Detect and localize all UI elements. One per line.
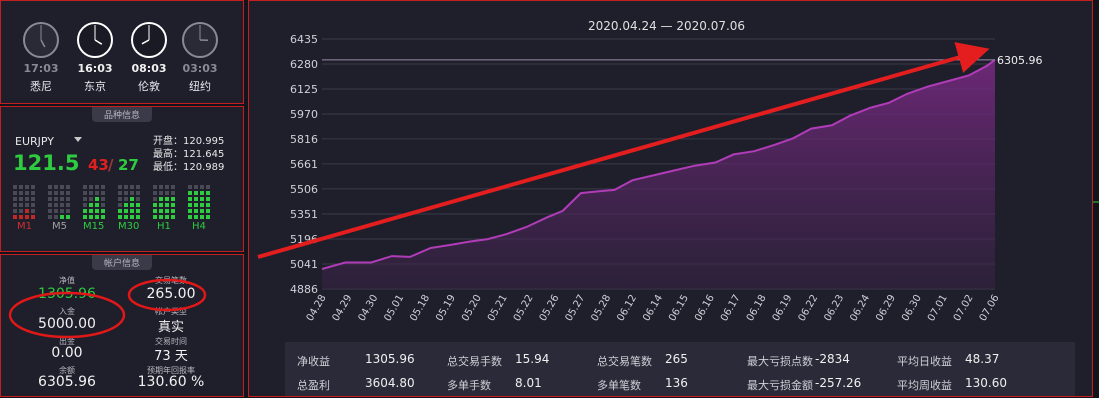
- y-tick-label: 6435: [290, 33, 318, 46]
- x-tick-label: 05.01: [382, 293, 406, 323]
- stat-label: 最大亏损金额: [747, 377, 813, 393]
- y-tick-label: 5970: [290, 108, 318, 121]
- x-tick-label: 06.23: [822, 293, 846, 323]
- x-tick-label: 05.22: [512, 293, 536, 323]
- stat-label: 总交易手数: [447, 353, 502, 369]
- stat-value: 48.37: [965, 352, 999, 366]
- x-tick-label: 05.26: [538, 293, 562, 323]
- x-tick-label: 06.12: [615, 293, 639, 323]
- x-tick-label: 06.29: [874, 293, 898, 323]
- stat-value: 15.94: [515, 352, 549, 366]
- stat-value: 136: [665, 376, 688, 390]
- x-tick-label: 06.30: [900, 293, 924, 323]
- stat-label: 最大亏损点数: [747, 353, 813, 369]
- equity-curve-chart: 6435628061255970581656615506535151965041…: [0, 0, 1099, 345]
- stat-label: 多单手数: [447, 377, 491, 393]
- x-tick-label: 05.27: [564, 293, 588, 323]
- x-tick-label: 05.20: [460, 293, 484, 323]
- x-tick-label: 05.19: [434, 293, 458, 323]
- y-tick-label: 5816: [290, 133, 318, 146]
- x-tick-label: 06.24: [848, 293, 872, 323]
- stat-label: 总盈利: [297, 377, 330, 393]
- y-tick-label: 5041: [290, 258, 318, 271]
- x-tick-label: 05.28: [589, 293, 613, 323]
- stat-value: 130.60: [965, 376, 1007, 390]
- x-tick-label: 06.18: [745, 293, 769, 323]
- x-tick-label: 04.30: [357, 293, 381, 323]
- stat-value: 1305.96: [365, 352, 415, 366]
- x-tick-label: 06.19: [771, 293, 795, 323]
- x-tick-label: 07.02: [952, 293, 976, 323]
- x-tick-label: 07.01: [926, 293, 950, 323]
- y-tick-label: 4886: [290, 283, 318, 296]
- stat-value: -2834: [815, 352, 850, 366]
- x-tick-label: 06.17: [719, 293, 743, 323]
- x-tick-label: 06.22: [797, 293, 821, 323]
- end-value-label: 6305.96: [997, 54, 1043, 67]
- x-tick-label: 04.28: [305, 293, 329, 323]
- x-tick-label: 07.06: [978, 293, 1002, 323]
- y-tick-label: 5351: [290, 208, 318, 221]
- y-tick-label: 6125: [290, 83, 318, 96]
- x-tick-label: 05.21: [486, 293, 510, 323]
- stat-value: 265: [665, 352, 688, 366]
- y-tick-label: 5506: [290, 183, 318, 196]
- stat-label: 平均日收益: [897, 353, 952, 369]
- stat-value: 3604.80: [365, 376, 415, 390]
- stat-label: 多单笔数: [597, 377, 641, 393]
- y-tick-label: 6280: [290, 58, 318, 71]
- stat-label: 平均周收益: [897, 377, 952, 393]
- stat-value: -257.26: [815, 376, 861, 390]
- stat-label: 总交易笔数: [597, 353, 652, 369]
- x-tick-label: 04.29: [331, 293, 355, 323]
- x-tick-label: 05.18: [408, 293, 432, 323]
- y-tick-label: 5661: [290, 158, 318, 171]
- stat-label: 净收益: [297, 353, 330, 369]
- x-tick-label: 06.16: [693, 293, 717, 323]
- x-tick-label: 06.14: [641, 293, 665, 323]
- edge-marker: [1093, 195, 1099, 210]
- stat-value: 8.01: [515, 376, 542, 390]
- x-tick-label: 06.15: [667, 293, 691, 323]
